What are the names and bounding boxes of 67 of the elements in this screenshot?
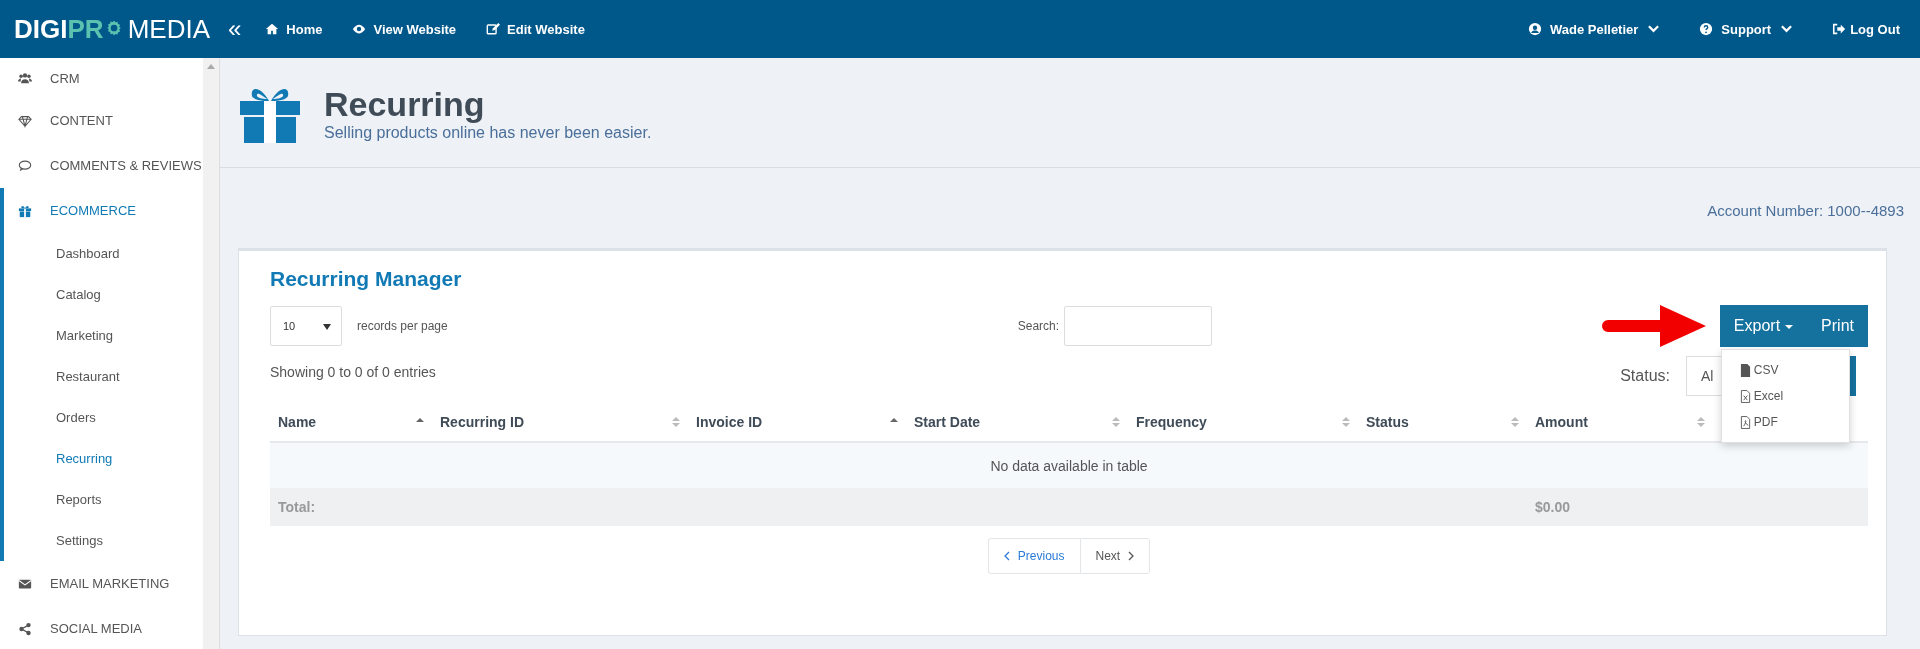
card-title: Recurring Manager [270,267,463,291]
page-subtitle: Selling products online has never been easier. [324,123,652,142]
account-number: Account Number: 1000--4893 [1707,202,1904,221]
sidebar-subitem[interactable]: Orders [4,397,203,438]
chevron-down-icon [1648,25,1660,33]
menu-item[interactable]: PDF [1721,409,1849,435]
table-cell: No data available in table [270,443,1868,488]
entries-info: Showing 0 to 0 of 0 entries [270,364,436,380]
column-header[interactable]: Frequency [1128,403,1358,441]
column-header[interactable]: Recurring ID [432,403,688,441]
nav-link[interactable]: Edit Website [486,21,585,37]
status-label: Status: [1620,367,1670,385]
column-header[interactable]: Amount [1527,403,1713,441]
collapse-sidebar-button[interactable]: « [224,17,246,41]
page-size-label: records per page [357,319,448,333]
sidebar-subitem[interactable]: Dashboard [4,233,203,274]
help-icon [1699,22,1714,36]
search-field[interactable] [1064,306,1213,346]
scrollbar[interactable] [203,58,220,649]
search-label: Search: [1017,319,1060,333]
chevron-left-icon [1003,551,1010,561]
sidebar-subitem[interactable]: Marketing [4,315,203,356]
sidebar-subitem[interactable]: Restaurant [4,356,203,397]
sidebar-item[interactable]: CONTENT [4,98,203,143]
caret-icon [1785,325,1794,329]
users-icon [18,71,32,85]
chevron-down-icon [1781,25,1793,33]
document-icon [1739,363,1751,377]
user-icon [1527,22,1542,36]
sidebar-item[interactable]: SOCIAL MEDIA [4,606,203,649]
diamond-icon [18,113,32,128]
column-header[interactable]: Start Date [906,403,1128,441]
chevron-right-icon [1128,551,1135,561]
nav-link[interactable]: Support [1699,21,1793,37]
next-page-button[interactable]: Next [1079,538,1151,574]
column-header[interactable]: Status [1358,403,1527,441]
total-label: Total: [278,499,316,515]
logout-icon [1832,22,1847,36]
gift-icon [18,203,32,218]
sidebar-subitem[interactable]: Recurring [4,438,203,479]
logo[interactable]: DIGIPR MEDIA [0,13,210,45]
page-size-select[interactable]: 10 [270,306,342,346]
column-header[interactable]: Name [270,403,432,441]
sidebar-item[interactable]: COMMENTS & REVIEWS [4,143,203,188]
page-title: Recurring [324,83,486,124]
caret-icon [323,324,331,330]
previous-page-button[interactable]: Previous [987,538,1080,574]
sidebar-subitem[interactable]: Catalog [4,274,203,315]
spreadsheet-file-icon [1739,389,1751,403]
sidebar-subitem[interactable]: Reports [4,479,203,520]
share-icon [18,621,32,636]
nav-link[interactable]: Log Out [1832,21,1900,37]
pdf-file-icon [1739,415,1751,429]
speech-bubble-icon [18,158,32,173]
nav-link[interactable]: View Website [352,21,457,37]
eye-icon [352,22,367,36]
edit-icon [486,22,501,36]
column-header[interactable]: Invoice ID [688,403,906,441]
nav-link[interactable]: Wade Pelletier [1527,21,1660,37]
total-amount: $0.00 [1535,499,1571,515]
home-icon [265,22,280,36]
sidebar-item[interactable]: EMAIL MARKETING [4,561,203,606]
scroll-up-icon[interactable] [207,64,215,69]
sidebar-item[interactable]: ECOMMERCE [4,188,203,233]
nav-link[interactable]: Home [265,21,323,37]
sidebar-subitem[interactable]: Settings [4,520,203,561]
sidebar-item[interactable]: CRM [4,58,203,98]
